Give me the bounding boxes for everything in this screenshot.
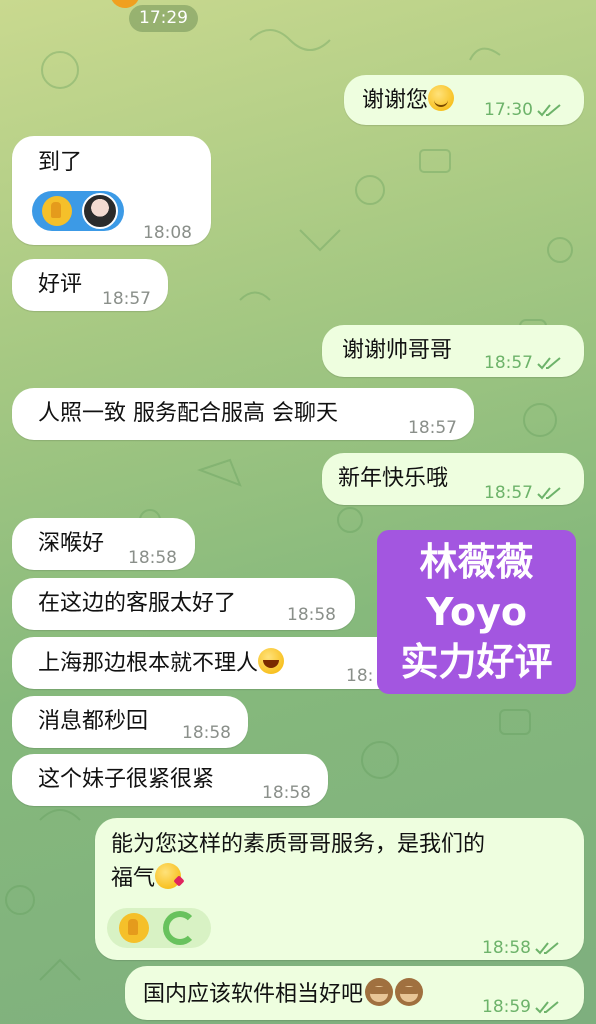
message-bubble-outgoing[interactable]: 国内应该软件相当好吧 18:59 xyxy=(125,966,584,1020)
message-bubble-incoming[interactable]: 在这边的客服太好了 18:58 xyxy=(12,578,355,630)
message-bubble-incoming[interactable]: 到了 18:08 xyxy=(12,136,211,245)
message-time: 18:08 xyxy=(143,223,192,243)
reaction-chip[interactable] xyxy=(32,191,124,231)
smiling-face-icon xyxy=(428,85,455,111)
message-text: 深喉好 xyxy=(38,531,105,556)
double-check-icon xyxy=(535,1001,559,1014)
message-text: 到了 xyxy=(38,150,83,175)
double-check-icon xyxy=(537,104,561,117)
message-text-line-1: 能为您这样的素质哥哥服务，是我们的 xyxy=(111,832,486,857)
reaction-chip[interactable] xyxy=(107,908,211,948)
message-text: 人照一致 服务配合服高 会聊天 xyxy=(38,401,338,426)
message-time: 18:58 xyxy=(128,548,177,568)
message-bubble-incoming[interactable]: 深喉好 18:58 xyxy=(12,518,195,570)
reactor-avatar xyxy=(82,193,118,229)
overlay-line-2: Yoyo xyxy=(425,590,527,634)
message-text: 好评 xyxy=(38,272,83,297)
message-text: 新年快乐哦 xyxy=(338,466,449,491)
time-separator: 17:29 xyxy=(129,5,198,32)
message-bubble-outgoing[interactable]: 谢谢您 17:30 xyxy=(344,75,584,125)
message-text: 消息都秒回 xyxy=(38,709,149,734)
message-time: 18:57 xyxy=(408,418,457,438)
blowing-kiss-icon xyxy=(155,863,182,889)
message-text: 国内应该软件相当好吧 xyxy=(143,982,364,1007)
see-no-evil-monkey-icon xyxy=(395,978,424,1006)
overlay-line-1: 林薇薇 xyxy=(419,540,534,584)
message-time: 17:30 xyxy=(484,100,533,120)
message-text: 这个妹子很紧很紧 xyxy=(38,767,215,792)
thumbs-up-icon xyxy=(119,913,149,943)
message-bubble-incoming[interactable]: 这个妹子很紧很紧 18:58 xyxy=(12,754,328,806)
message-bubble-outgoing[interactable]: 新年快乐哦 18:57 xyxy=(322,453,584,505)
promo-overlay-caption: 林薇薇 Yoyo 实力好评 xyxy=(377,530,576,694)
message-bubble-outgoing[interactable]: 能为您这样的素质哥哥服务，是我们的 福气 18:58 xyxy=(95,818,584,960)
message-time: 18:59 xyxy=(482,997,531,1017)
message-time: 18:57 xyxy=(484,483,533,503)
loading-icon xyxy=(163,911,197,945)
message-time: 18:57 xyxy=(484,353,533,373)
message-text: 在这边的客服太好了 xyxy=(38,591,237,616)
message-time: 18:58 xyxy=(182,723,231,743)
message-time: 18:57 xyxy=(102,289,151,309)
message-text-line-2: 福气 xyxy=(111,866,156,891)
see-no-evil-monkey-icon xyxy=(365,978,394,1006)
message-bubble-outgoing[interactable]: 谢谢帅哥哥 18:57 xyxy=(322,325,584,377)
message-time: 18:58 xyxy=(482,938,531,958)
double-check-icon xyxy=(537,487,561,500)
tears-of-joy-icon xyxy=(258,648,285,674)
message-time: 18: xyxy=(346,666,374,686)
thumbs-up-icon xyxy=(42,196,72,226)
message-text: 谢谢帅哥哥 xyxy=(342,338,453,363)
message-bubble-incoming[interactable]: 上海那边根本就不理人 18: xyxy=(12,637,412,689)
double-check-icon xyxy=(535,942,559,955)
message-bubble-incoming[interactable]: 人照一致 服务配合服高 会聊天 18:57 xyxy=(12,388,474,440)
message-bubble-incoming[interactable]: 消息都秒回 18:58 xyxy=(12,696,248,748)
message-text: 上海那边根本就不理人 xyxy=(38,651,259,676)
double-check-icon xyxy=(537,357,561,370)
message-bubble-incoming[interactable]: 好评 18:57 xyxy=(12,259,168,311)
message-text: 谢谢您 xyxy=(362,88,429,113)
overlay-line-3: 实力好评 xyxy=(400,640,553,684)
message-time: 18:58 xyxy=(262,783,311,803)
message-time: 18:58 xyxy=(287,605,336,625)
